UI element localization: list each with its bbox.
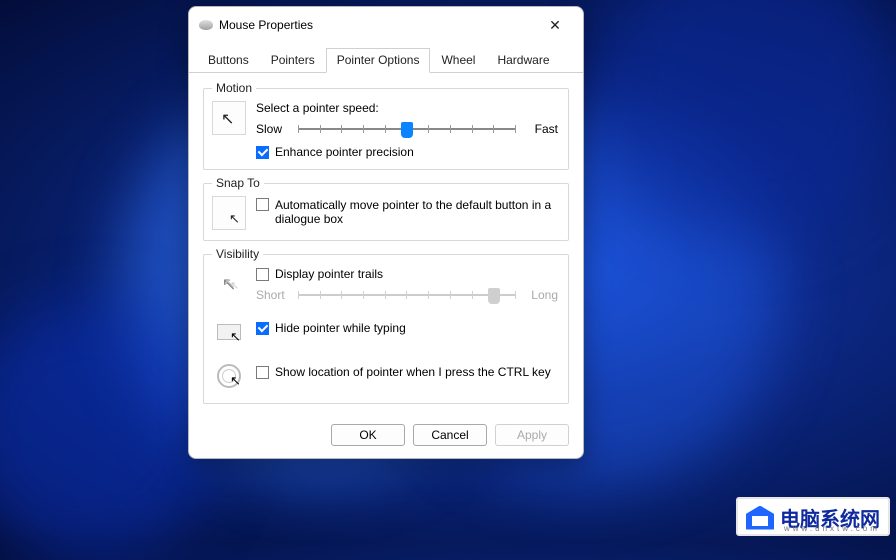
- group-motion: Motion ↖ Select a pointer speed: Slow: [203, 81, 569, 170]
- apply-button: Apply: [495, 424, 569, 446]
- close-button[interactable]: ✕: [537, 13, 573, 37]
- watermark-url: www.dnxtw.com: [784, 524, 880, 533]
- tab-wheel[interactable]: Wheel: [430, 48, 486, 73]
- pointer-trails-icon: ↖ ↖ ↖: [212, 267, 246, 301]
- checkbox-icon: [256, 146, 269, 159]
- titlebar: Mouse Properties ✕: [189, 7, 583, 43]
- hide-typing-icon: ↖: [212, 315, 246, 349]
- ctrl-locate-checkbox[interactable]: Show location of pointer when I press th…: [256, 359, 558, 379]
- checkbox-icon: [256, 366, 269, 379]
- pointer-speed-label: Select a pointer speed:: [256, 101, 558, 115]
- mouse-icon: [199, 20, 213, 30]
- snapto-checkbox[interactable]: Automatically move pointer to the defaul…: [256, 196, 558, 226]
- checkbox-icon: [256, 198, 269, 211]
- pointer-trails-thumb: [488, 288, 500, 304]
- hide-typing-checkbox[interactable]: Hide pointer while typing: [256, 315, 558, 335]
- ctrl-locate-icon: ↖: [212, 359, 246, 393]
- hide-typing-label: Hide pointer while typing: [275, 321, 406, 335]
- checkbox-icon: [256, 268, 269, 281]
- trails-long-label: Long: [524, 288, 558, 302]
- group-visibility: Visibility ↖ ↖ ↖ Display pointer trails …: [203, 247, 569, 404]
- cancel-button[interactable]: Cancel: [413, 424, 487, 446]
- dialog-buttons: OK Cancel Apply: [189, 416, 583, 458]
- ok-button[interactable]: OK: [331, 424, 405, 446]
- trails-short-label: Short: [256, 288, 290, 302]
- pointer-trails-slider: [298, 285, 516, 305]
- watermark-badge: 电脑系统网 www.dnxtw.com: [736, 497, 890, 536]
- tab-strip: Buttons Pointers Pointer Options Wheel H…: [189, 43, 583, 73]
- tab-hardware[interactable]: Hardware: [486, 48, 560, 73]
- group-motion-legend: Motion: [212, 81, 256, 95]
- snapto-icon: ↖: [212, 196, 246, 230]
- tab-pointers[interactable]: Pointers: [260, 48, 326, 73]
- ctrl-locate-label: Show location of pointer when I press th…: [275, 365, 551, 379]
- window-title: Mouse Properties: [219, 18, 537, 32]
- checkbox-icon: [256, 322, 269, 335]
- tab-pointer-options[interactable]: Pointer Options: [326, 48, 431, 73]
- mouse-properties-dialog: Mouse Properties ✕ Buttons Pointers Poin…: [188, 6, 584, 459]
- speed-slow-label: Slow: [256, 122, 290, 136]
- pointer-speed-thumb[interactable]: [401, 122, 413, 138]
- pointer-speed-slider[interactable]: [298, 119, 516, 139]
- tab-buttons[interactable]: Buttons: [197, 48, 260, 73]
- snapto-label: Automatically move pointer to the defaul…: [275, 198, 558, 226]
- group-snapto-legend: Snap To: [212, 176, 264, 190]
- tab-content: Motion ↖ Select a pointer speed: Slow: [189, 73, 583, 416]
- pointer-speed-icon: ↖: [212, 101, 246, 135]
- speed-fast-label: Fast: [524, 122, 558, 136]
- group-visibility-legend: Visibility: [212, 247, 263, 261]
- enhance-precision-label: Enhance pointer precision: [275, 145, 414, 159]
- pointer-trails-checkbox[interactable]: Display pointer trails: [256, 267, 558, 281]
- enhance-precision-checkbox[interactable]: Enhance pointer precision: [256, 145, 558, 159]
- group-snapto: Snap To ↖ Automatically move pointer to …: [203, 176, 569, 241]
- pointer-trails-label: Display pointer trails: [275, 267, 383, 281]
- house-icon: [746, 506, 774, 530]
